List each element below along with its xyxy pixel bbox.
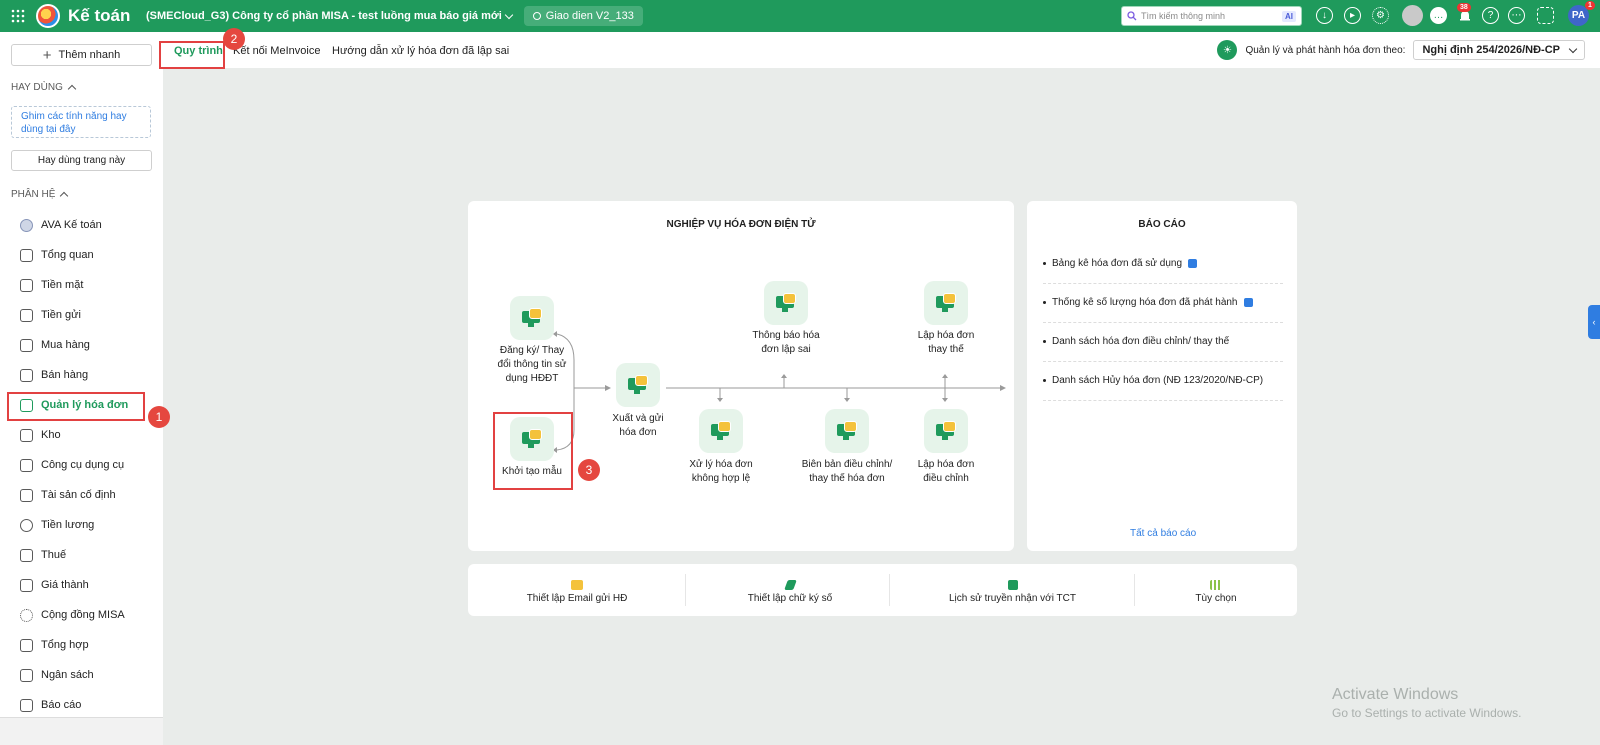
report-link[interactable]: Danh sách hóa đơn điều chỉnh/ thay thế — [1043, 336, 1283, 347]
minutes-node-icon[interactable] — [825, 409, 869, 453]
divider — [1043, 400, 1283, 401]
notify-wrong-node-icon[interactable] — [764, 281, 808, 325]
signature-settings-label: Thiết lập chữ ký số — [747, 593, 833, 604]
signature-settings-button[interactable]: Thiết lập chữ ký số — [740, 580, 840, 604]
replace-node-label[interactable]: Lập hóa đơn thay thế — [910, 329, 982, 357]
bullet-icon — [1043, 379, 1046, 382]
side-panel-toggle[interactable]: ‹ — [1588, 305, 1600, 339]
divider — [889, 574, 890, 606]
process-flow-lines — [553, 331, 1006, 453]
report-label: Bảng kê hóa đơn đã sử dụng — [1052, 258, 1183, 269]
report-link[interactable]: Bảng kê hóa đơn đã sử dụng — [1043, 258, 1283, 269]
options-button[interactable]: Tùy chọn — [1186, 580, 1246, 604]
divider — [1043, 322, 1283, 323]
divider — [1043, 283, 1283, 284]
report-label: Thống kê số lượng hóa đơn đã phát hành — [1052, 297, 1238, 308]
windows-watermark-title: Activate Windows — [1332, 686, 1459, 703]
divider — [1134, 574, 1135, 606]
tct-history-button[interactable]: Lịch sử truyền nhận với TCT — [945, 580, 1080, 604]
report-label: Danh sách hóa đơn điều chỉnh/ thay thế — [1052, 336, 1230, 347]
register-node-icon[interactable] — [510, 296, 554, 340]
report-link[interactable]: Thống kê số lượng hóa đơn đã phát hành — [1043, 297, 1283, 308]
tct-history-label: Lịch sử truyền nhận với TCT — [948, 593, 1076, 604]
report-link[interactable]: Danh sách Hủy hóa đơn (NĐ 123/2020/NĐ-CP… — [1043, 375, 1283, 386]
notify-wrong-node-label[interactable]: Thông báo hóa đơn lập sai — [744, 329, 828, 357]
invalid-node-icon[interactable] — [699, 409, 743, 453]
step-badge-3: 3 — [578, 459, 600, 481]
all-reports-link[interactable]: Tất cả báo cáo — [1130, 528, 1196, 539]
report-label: Danh sách Hủy hóa đơn (NĐ 123/2020/NĐ-CP… — [1052, 375, 1264, 386]
register-node-label[interactable]: Đăng ký/ Thay đổi thông tin sử dụng HĐĐT — [497, 344, 567, 386]
history-icon — [1007, 580, 1018, 590]
issue-node-icon[interactable] — [616, 363, 660, 407]
adjust-node-icon[interactable] — [924, 409, 968, 453]
email-settings-button[interactable]: Thiết lập Email gửi HĐ — [520, 580, 634, 604]
options-icon — [1210, 580, 1222, 590]
minutes-node-label[interactable]: Biên bản điều chỉnh/ thay thế hóa đơn — [793, 458, 901, 486]
adjust-node-label[interactable]: Lập hóa đơn điều chỉnh — [912, 458, 980, 486]
divider — [1043, 361, 1283, 362]
bullet-icon — [1043, 301, 1046, 304]
windows-watermark-subtitle: Go to Settings to activate Windows. — [1332, 706, 1522, 720]
bullet-icon — [1043, 262, 1046, 265]
external-link-icon — [1188, 259, 1198, 268]
email-settings-label: Thiết lập Email gửi HĐ — [526, 593, 628, 604]
divider — [685, 574, 686, 606]
highlight-box-3 — [493, 412, 573, 490]
issue-node-label[interactable]: Xuất và gửi hóa đơn — [604, 412, 672, 440]
email-icon — [571, 580, 583, 590]
signature-icon — [783, 580, 797, 590]
invalid-node-label[interactable]: Xử lý hóa đơn không hợp lệ — [680, 458, 762, 486]
reports-title: BÁO CÁO — [1138, 219, 1186, 230]
bullet-icon — [1043, 340, 1046, 343]
options-label: Tùy chọn — [1195, 593, 1237, 604]
replace-node-icon[interactable] — [924, 281, 968, 325]
external-link-icon — [1243, 298, 1253, 307]
